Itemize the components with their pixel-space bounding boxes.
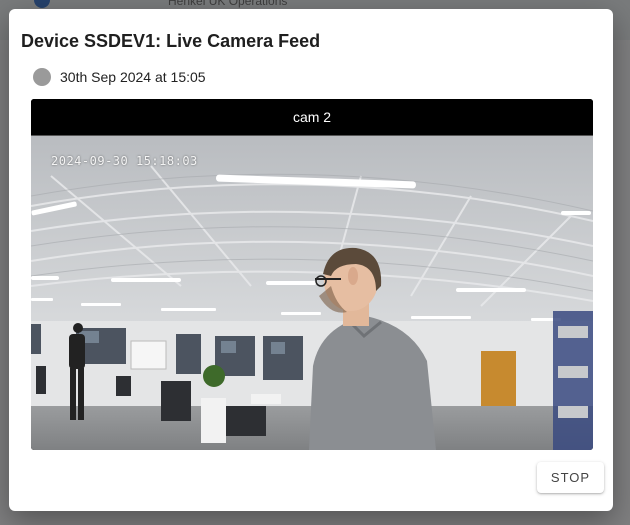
status-timestamp: 30th Sep 2024 at 15:05 xyxy=(60,69,206,85)
dialog-title: Device SSDEV1: Live Camera Feed xyxy=(21,31,321,51)
camera-feed: cam 2 2024-09-30 15:18:03 xyxy=(31,99,593,450)
camera-overlay-timestamp: 2024-09-30 15:18:03 xyxy=(51,154,198,168)
camera-video-frame: 2024-09-30 15:18:03 xyxy=(31,136,593,450)
status-dot-icon xyxy=(33,68,51,86)
status-row: 30th Sep 2024 at 15:05 xyxy=(33,68,206,86)
camera-name-header: cam 2 xyxy=(31,99,593,135)
camera-scene-image xyxy=(31,136,593,450)
camera-feed-dialog: Device SSDEV1: Live Camera Feed 30th Sep… xyxy=(9,9,613,511)
stop-button[interactable]: STOP xyxy=(537,462,604,493)
